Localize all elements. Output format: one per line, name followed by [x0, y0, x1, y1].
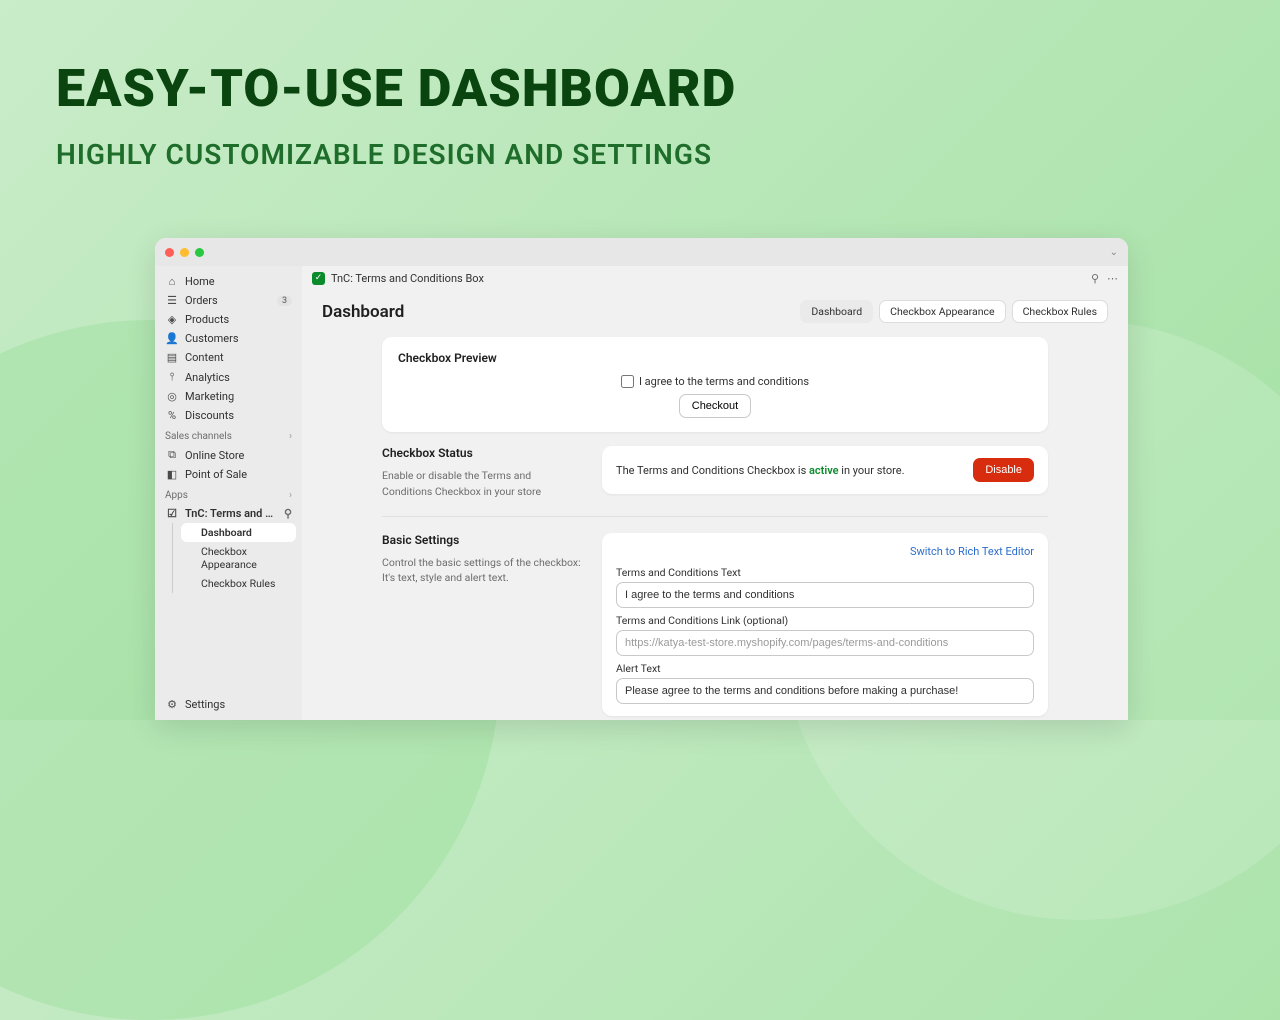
close-dot[interactable]: [165, 248, 174, 257]
sidebar-item-marketing[interactable]: ◎ Marketing: [161, 387, 296, 406]
pin-icon[interactable]: ⚲: [284, 507, 292, 520]
app-topbar: ✓ TnC: Terms and Conditions Box ⚲ ⋯: [302, 266, 1128, 290]
agree-text: I agree to the terms and conditions: [639, 375, 809, 388]
tc-link-label: Terms and Conditions Link (optional): [616, 614, 1034, 627]
tc-text-input[interactable]: [616, 582, 1034, 608]
sidebar-item-customers[interactable]: 👤 Customers: [161, 329, 296, 348]
status-title: Checkbox Status: [382, 446, 582, 460]
sidebar-item-home[interactable]: ⌂ Home: [161, 272, 296, 291]
app-sub-appearance[interactable]: Checkbox Appearance: [181, 542, 296, 574]
pos-icon: ◧: [165, 468, 179, 481]
sidebar-item-settings[interactable]: ⚙ Settings: [161, 695, 296, 714]
agree-checkbox[interactable]: [621, 375, 634, 388]
pin-icon[interactable]: ⚲: [1091, 272, 1099, 285]
sidebar: ⌂ Home ☰ Orders 3 ◈ Products 👤 Customers…: [155, 266, 302, 720]
chevron-right-icon[interactable]: ›: [289, 431, 292, 442]
alert-label: Alert Text: [616, 662, 1034, 675]
marketing-icon: ◎: [165, 390, 179, 403]
preview-title: Checkbox Preview: [398, 351, 1032, 365]
sidebar-item-products[interactable]: ◈ Products: [161, 310, 296, 329]
app-sub-rules[interactable]: Checkbox Rules: [181, 574, 296, 593]
sales-channels-section: Sales channels ›: [161, 425, 296, 445]
checkout-button[interactable]: Checkout: [679, 394, 751, 418]
tab-rules[interactable]: Checkbox Rules: [1012, 300, 1108, 323]
hero-subtitle: HIGHLY CUSTOMIZABLE DESIGN AND SETTINGS: [56, 138, 712, 171]
customers-icon: 👤: [165, 332, 179, 345]
basic-title: Basic Settings: [382, 533, 582, 547]
app-logo-icon: ✓: [312, 272, 325, 285]
status-desc: Enable or disable the Terms and Conditio…: [382, 468, 582, 500]
hero-title: EASY-TO-USE DASHBOARD: [56, 58, 736, 119]
alert-input[interactable]: [616, 678, 1034, 704]
apps-section: Apps ›: [161, 484, 296, 504]
more-icon[interactable]: ⋯: [1107, 272, 1118, 285]
home-icon: ⌂: [165, 275, 179, 288]
content-icon: ▤: [165, 351, 179, 364]
basic-card: Switch to Rich Text Editor Terms and Con…: [602, 533, 1048, 716]
tab-bar: Dashboard Checkbox Appearance Checkbox R…: [800, 300, 1108, 323]
sidebar-item-orders[interactable]: ☰ Orders 3: [161, 291, 296, 310]
sidebar-item-analytics[interactable]: ⫯ Analytics: [161, 367, 296, 387]
analytics-icon: ⫯: [165, 370, 179, 384]
basic-desc: Control the basic settings of the checkb…: [382, 555, 582, 587]
minimize-dot[interactable]: [180, 248, 189, 257]
app-name: TnC: Terms and Conditions Box: [331, 272, 484, 285]
status-text: The Terms and Conditions Checkbox is act…: [616, 464, 905, 477]
divider: [382, 516, 1048, 517]
chevron-right-icon[interactable]: ›: [289, 490, 292, 501]
sidebar-item-tnc-app[interactable]: ☑ TnC: Terms and Cond... ⚲: [161, 504, 296, 523]
preview-checkbox-row[interactable]: I agree to the terms and conditions: [621, 375, 809, 388]
gear-icon: ⚙: [165, 698, 179, 711]
sidebar-item-content[interactable]: ▤ Content: [161, 348, 296, 367]
tab-appearance[interactable]: Checkbox Appearance: [879, 300, 1005, 323]
discounts-icon: %: [165, 409, 179, 422]
preview-card: Checkbox Preview I agree to the terms an…: [382, 337, 1048, 432]
status-card: The Terms and Conditions Checkbox is act…: [602, 446, 1048, 494]
status-section: Checkbox Status Enable or disable the Te…: [382, 446, 1048, 500]
tc-text-label: Terms and Conditions Text: [616, 566, 1034, 579]
tc-link-input[interactable]: [616, 630, 1034, 656]
checkbox-icon: ☑: [165, 507, 179, 520]
chevron-down-icon[interactable]: ⌄: [1110, 247, 1118, 258]
sidebar-item-online-store[interactable]: ⧉ Online Store: [161, 445, 296, 465]
basic-section: Basic Settings Control the basic setting…: [382, 533, 1048, 716]
app-window: ⌄ ⌂ Home ☰ Orders 3 ◈ Products 👤 Custome…: [155, 238, 1128, 720]
disable-button[interactable]: Disable: [973, 458, 1034, 482]
store-icon: ⧉: [165, 448, 179, 462]
page-title: Dashboard: [322, 302, 404, 322]
sidebar-item-pos[interactable]: ◧ Point of Sale: [161, 465, 296, 484]
switch-editor-link[interactable]: Switch to Rich Text Editor: [616, 545, 1034, 558]
app-sub-dashboard[interactable]: Dashboard: [181, 523, 296, 542]
content-area: ✓ TnC: Terms and Conditions Box ⚲ ⋯ Dash…: [302, 266, 1128, 720]
products-icon: ◈: [165, 313, 179, 326]
orders-icon: ☰: [165, 294, 179, 307]
window-titlebar: ⌄: [155, 238, 1128, 266]
orders-badge: 3: [277, 296, 292, 306]
sidebar-item-discounts[interactable]: % Discounts: [161, 406, 296, 425]
maximize-dot[interactable]: [195, 248, 204, 257]
tab-dashboard[interactable]: Dashboard: [800, 300, 873, 323]
